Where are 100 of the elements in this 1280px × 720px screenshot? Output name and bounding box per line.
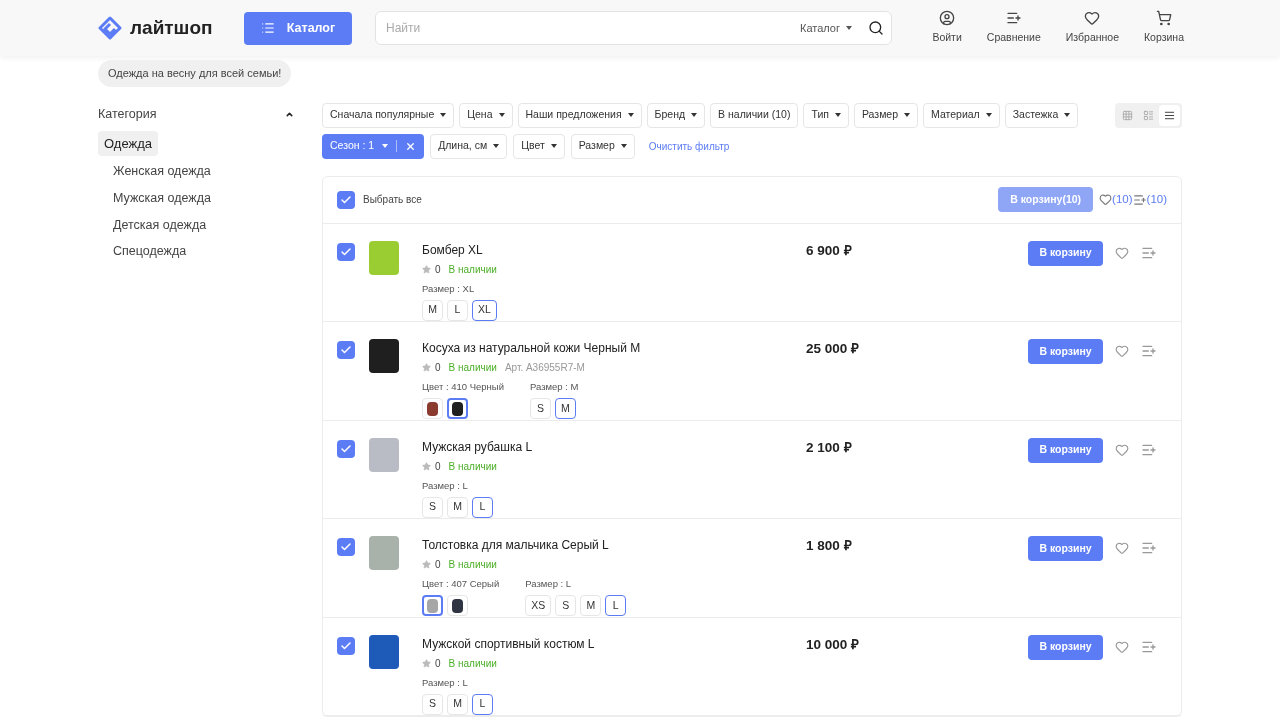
compare-count[interactable]: (10): [1132, 190, 1167, 209]
caret-icon: [846, 26, 852, 30]
option-label: Цвет : 410 Черный: [422, 380, 504, 394]
header-action[interactable]: Сравнение: [986, 10, 1041, 46]
filter-dropdown[interactable]: Длина, см: [430, 133, 508, 159]
add-to-cart-button[interactable]: В корзину: [1028, 240, 1103, 266]
filter-dropdown[interactable]: Сначала популярные: [322, 102, 455, 128]
heart-icon[interactable]: [1115, 344, 1129, 358]
product-price: 1 800 ₽: [806, 537, 853, 555]
heart-icon: [1084, 10, 1101, 27]
category-item[interactable]: Одежда: [98, 130, 158, 156]
category-item[interactable]: Спецодежда: [113, 240, 187, 263]
size-option[interactable]: S: [555, 595, 577, 617]
color-swatch[interactable]: [447, 398, 468, 420]
product-price: 2 100 ₽: [806, 438, 853, 457]
size-option[interactable]: M: [447, 496, 468, 518]
article-number: Арт. A36955R7-M: [504, 361, 585, 375]
checkbox[interactable]: [337, 242, 355, 261]
option-label: Размер : M: [530, 380, 579, 394]
filter-dropdown[interactable]: В наличии (10): [710, 102, 799, 128]
clear-filter-link[interactable]: Очистить фильтр: [648, 138, 730, 154]
size-option[interactable]: S: [530, 398, 551, 420]
product-name[interactable]: Бомбер XL: [422, 240, 802, 259]
filter-dropdown[interactable]: Размер: [570, 133, 635, 159]
promo-tag[interactable]: Одежда на весну для всей семьи!: [98, 60, 292, 87]
option-label: Размер : L: [525, 577, 573, 591]
product-price: 6 900 ₽: [806, 241, 853, 260]
header-action[interactable]: Войти: [932, 10, 962, 46]
add-to-cart-button[interactable]: В корзину: [1028, 634, 1103, 660]
category-item[interactable]: Женская одежда: [113, 160, 211, 183]
header-action[interactable]: Корзина: [1144, 10, 1184, 46]
filter-dropdown[interactable]: Наши предложения: [517, 102, 642, 128]
check-icon: [340, 541, 352, 553]
list-plus-icon[interactable]: [1141, 343, 1157, 359]
rating-value: 0: [435, 459, 441, 474]
category-item[interactable]: Мужская одежда: [113, 186, 211, 210]
header-action[interactable]: Избранное: [1065, 10, 1119, 46]
add-to-cart-button[interactable]: В корзину: [1028, 339, 1103, 364]
heart-icon[interactable]: [1115, 442, 1129, 457]
check-icon: [340, 442, 352, 455]
checkbox[interactable]: [337, 538, 355, 556]
filter-dropdown[interactable]: Материал: [923, 102, 1000, 128]
add-to-cart-button[interactable]: В корзину: [1028, 536, 1103, 561]
filter-dropdown[interactable]: Бренд: [646, 102, 706, 128]
size-option[interactable]: M: [422, 299, 443, 321]
category-item[interactable]: Детская одежда: [113, 213, 207, 237]
product-name[interactable]: Толстовка для мальчика Серый L: [422, 536, 802, 554]
filter-dropdown[interactable]: Застежка: [1004, 102, 1079, 128]
size-option[interactable]: M: [580, 595, 602, 617]
add-to-cart-button[interactable]: В корзину: [1028, 437, 1103, 463]
check-icon: [340, 193, 352, 206]
filter-dropdown[interactable]: Тип: [803, 102, 849, 128]
favorites-count[interactable]: (10): [1099, 190, 1133, 209]
size-option[interactable]: S: [422, 496, 443, 518]
size-option[interactable]: S: [422, 693, 443, 715]
size-option[interactable]: XS: [525, 595, 552, 617]
logo-icon: [98, 16, 122, 40]
product-price: 10 000 ₽: [806, 635, 861, 654]
size-option[interactable]: L: [472, 693, 493, 715]
filter-chip[interactable]: Сезон : 1: [322, 133, 425, 159]
star-icon: [422, 461, 431, 471]
check-icon: [340, 245, 352, 258]
checkbox[interactable]: [337, 190, 355, 209]
rating-value: 0: [435, 558, 441, 572]
close-icon[interactable]: [405, 140, 417, 152]
stock-status: В наличии: [448, 361, 497, 375]
size-option[interactable]: M: [555, 398, 576, 420]
stock-status: В наличии: [448, 656, 497, 671]
stock-status: В наличии: [448, 262, 497, 277]
chevron-up-icon[interactable]: [285, 110, 294, 119]
search-scope-dropdown[interactable]: Каталог: [800, 19, 852, 37]
search-icon[interactable]: [868, 20, 884, 36]
checkbox[interactable]: [337, 341, 355, 359]
product-price: 25 000 ₽: [806, 340, 861, 358]
product-name[interactable]: Косуха из натуральной кожи Черный M: [422, 339, 802, 357]
star-icon: [422, 264, 431, 274]
product-name[interactable]: Мужской спортивный костюм L: [422, 634, 802, 653]
color-swatch[interactable]: [422, 595, 443, 617]
size-option[interactable]: L: [472, 496, 493, 518]
catalog-button[interactable]: Каталог: [244, 11, 352, 45]
product-name[interactable]: Мужская рубашка L: [422, 437, 802, 456]
filter-dropdown[interactable]: Цена: [459, 102, 513, 128]
option-label: Цвет : 407 Серый: [422, 577, 500, 591]
filter-dropdown[interactable]: Цвет: [513, 133, 565, 159]
rating-value: 0: [435, 262, 441, 277]
heart-icon[interactable]: [1115, 541, 1129, 555]
list-plus-icon[interactable]: [1141, 540, 1157, 556]
filter-dropdown[interactable]: Размер: [853, 102, 919, 128]
view-mode-button[interactable]: [1159, 104, 1180, 126]
size-option[interactable]: XL: [472, 299, 497, 321]
star-icon: [422, 658, 431, 668]
heart-icon[interactable]: [1115, 639, 1129, 654]
size-option[interactable]: M: [447, 693, 468, 715]
checkbox[interactable]: [337, 439, 355, 458]
size-option[interactable]: L: [447, 299, 468, 321]
user-icon: [939, 10, 956, 27]
option-label: Размер : XL: [422, 281, 476, 296]
checkbox[interactable]: [337, 636, 355, 655]
heart-icon[interactable]: [1115, 245, 1129, 260]
size-option[interactable]: L: [605, 595, 627, 617]
